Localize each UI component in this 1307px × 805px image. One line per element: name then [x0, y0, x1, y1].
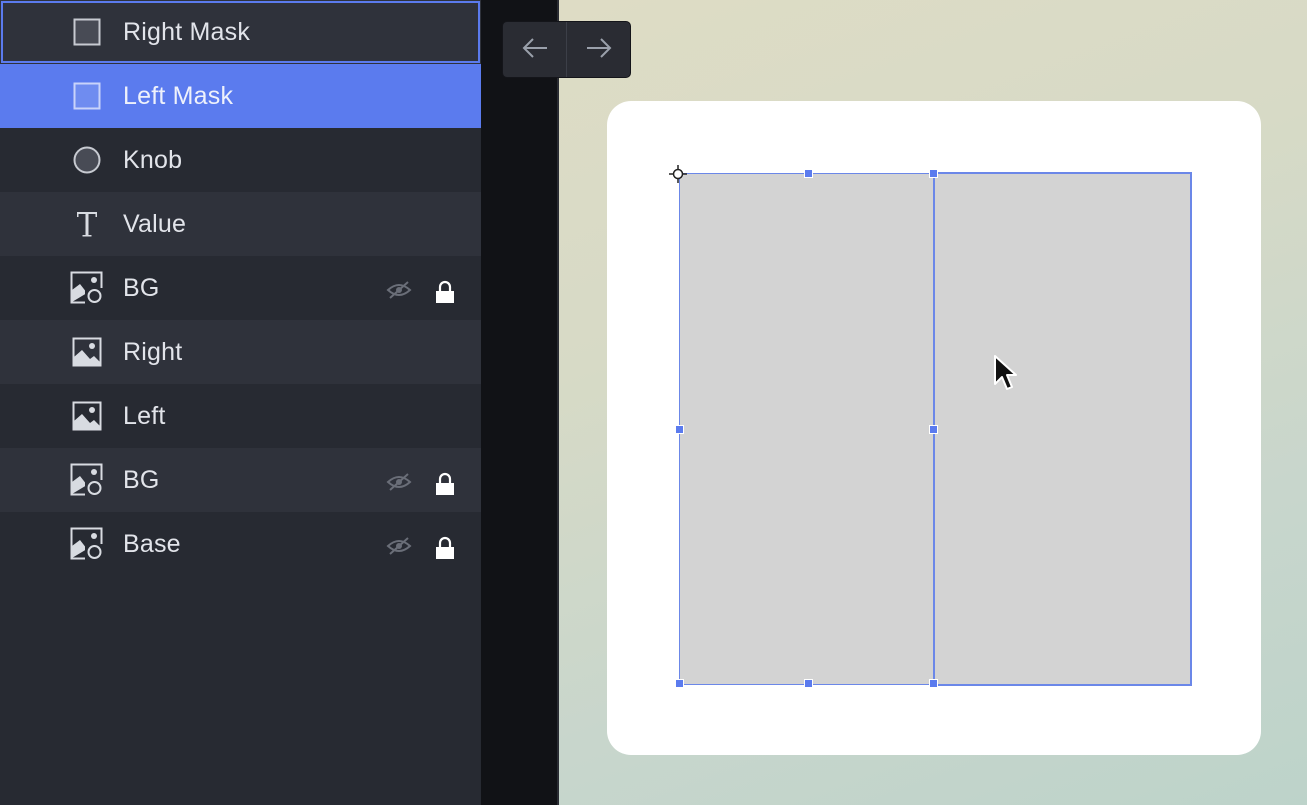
resize-handle-right[interactable] [929, 425, 938, 434]
layer-row-base[interactable]: Base [0, 512, 481, 576]
layer-row-left[interactable]: Left [0, 384, 481, 448]
resize-handle-bottom-right[interactable] [929, 679, 938, 688]
resize-handle-left[interactable] [675, 425, 684, 434]
layer-label: Value [123, 210, 187, 238]
layers-panel: Right Mask Left Mask Knob Value BG Right… [0, 0, 481, 805]
image-icon [70, 336, 104, 368]
layer-row-right[interactable]: Right [0, 320, 481, 384]
layer-row-left-mask[interactable]: Left Mask [0, 64, 481, 128]
eye-hidden-icon[interactable] [386, 536, 412, 556]
layer-row-knob[interactable]: Knob [0, 128, 481, 192]
image-icon [70, 400, 104, 432]
back-button[interactable] [503, 22, 566, 77]
eye-hidden-icon[interactable] [386, 472, 412, 492]
right-mask-shape[interactable] [933, 172, 1192, 686]
history-nav [502, 21, 631, 78]
text-icon [70, 208, 104, 240]
lock-icon[interactable] [434, 280, 456, 304]
layer-label: Left [123, 402, 166, 430]
anchor-point-icon[interactable] [669, 165, 687, 183]
image-shapes-icon [70, 271, 104, 305]
layer-label: Knob [123, 146, 183, 174]
layer-label: BG [123, 274, 160, 302]
resize-handle-top-right[interactable] [929, 169, 938, 178]
panel-gutter [481, 0, 558, 805]
layer-row-value[interactable]: Value [0, 192, 481, 256]
layer-label: Base [123, 530, 181, 558]
eye-hidden-icon[interactable] [386, 280, 412, 300]
layer-label: Left Mask [123, 82, 234, 110]
resize-handle-bottom[interactable] [804, 679, 813, 688]
layer-row-right-mask[interactable]: Right Mask [0, 0, 481, 64]
circle-icon [70, 144, 104, 176]
lock-icon[interactable] [434, 472, 456, 496]
mouse-cursor-icon [993, 354, 1019, 394]
layer-label: Right Mask [123, 18, 251, 46]
lock-icon[interactable] [434, 536, 456, 560]
layer-row-bg[interactable]: BG [0, 256, 481, 320]
forward-button[interactable] [567, 22, 630, 77]
arrow-left-icon [521, 34, 549, 66]
image-shapes-icon [70, 463, 104, 497]
layer-label: Right [123, 338, 183, 366]
resize-handle-bottom-left[interactable] [675, 679, 684, 688]
arrow-right-icon [585, 34, 613, 66]
canvas-divider [557, 0, 559, 805]
image-shapes-icon [70, 527, 104, 561]
layer-label: BG [123, 466, 160, 494]
square-icon [70, 80, 104, 112]
square-icon [70, 16, 104, 48]
layer-row-bg[interactable]: BG [0, 448, 481, 512]
left-mask-shape[interactable] [679, 173, 935, 685]
resize-handle-top[interactable] [804, 169, 813, 178]
